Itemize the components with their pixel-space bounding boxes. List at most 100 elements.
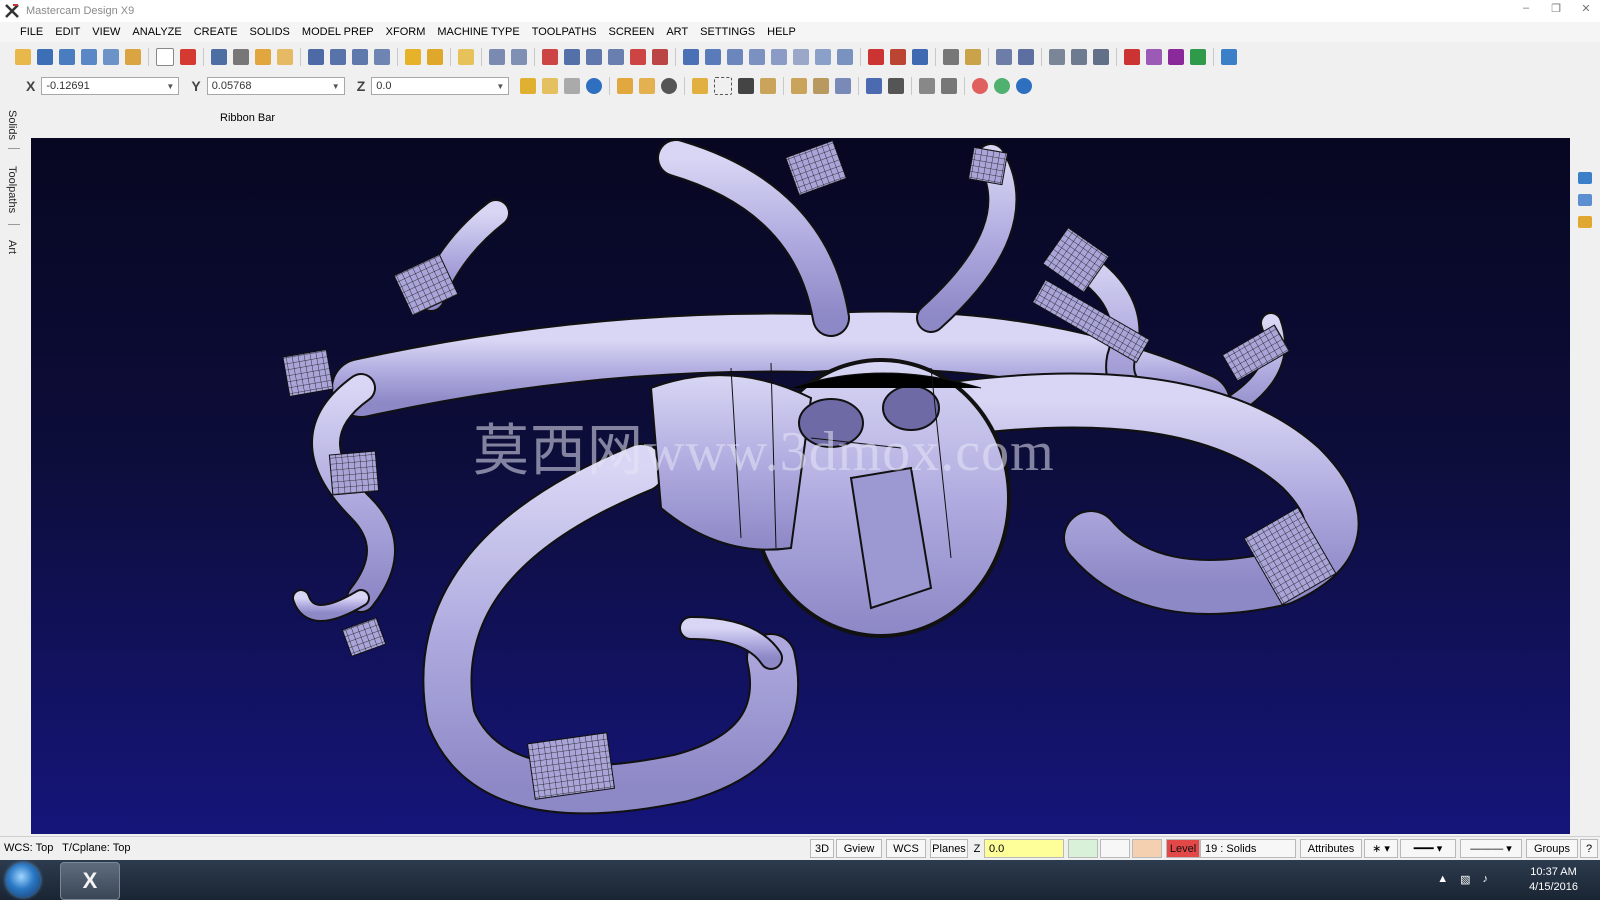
minimize-icon[interactable]: – bbox=[1518, 2, 1534, 15]
menu-help[interactable]: HELP bbox=[761, 26, 802, 38]
face-select-icon[interactable] bbox=[813, 78, 830, 94]
plane-icon[interactable] bbox=[1093, 49, 1109, 65]
save-as-icon[interactable] bbox=[59, 49, 75, 65]
analyze-icon[interactable] bbox=[211, 49, 227, 65]
y-coord-input[interactable]: 0.05768 ▼ bbox=[206, 77, 345, 95]
menu-art[interactable]: ART bbox=[660, 26, 694, 38]
point-icon[interactable] bbox=[683, 49, 699, 65]
circle-icon[interactable] bbox=[727, 49, 743, 65]
folder-icon[interactable] bbox=[1578, 216, 1592, 228]
copy-icon[interactable] bbox=[255, 49, 271, 65]
status-help-button[interactable]: ? bbox=[1580, 839, 1598, 858]
xform-rotate-icon[interactable] bbox=[564, 49, 580, 65]
save-icon[interactable] bbox=[37, 49, 53, 65]
x-coord-input[interactable]: -0.12691 ▼ bbox=[41, 77, 180, 95]
hide-icon[interactable] bbox=[919, 78, 936, 94]
arc-icon[interactable] bbox=[749, 49, 765, 65]
color-icon[interactable] bbox=[1068, 839, 1098, 858]
3d-button[interactable]: 3D bbox=[810, 839, 834, 858]
menu-model-prep[interactable]: MODEL PREP bbox=[296, 26, 380, 38]
xform-scale-icon[interactable] bbox=[630, 49, 646, 65]
planes-button[interactable]: Planes bbox=[930, 839, 968, 858]
machine-icon[interactable] bbox=[868, 49, 884, 65]
wireframe-icon[interactable] bbox=[1018, 49, 1034, 65]
level-button[interactable]: Level bbox=[1166, 839, 1200, 858]
sketch-icon[interactable] bbox=[427, 49, 443, 65]
backplot-icon[interactable] bbox=[1190, 49, 1206, 65]
open-icon[interactable] bbox=[15, 49, 31, 65]
body-select-icon[interactable] bbox=[835, 78, 852, 94]
menu-settings[interactable]: SETTINGS bbox=[694, 26, 761, 38]
xform-translate-icon[interactable] bbox=[542, 49, 558, 65]
gview-button[interactable]: Gview bbox=[836, 839, 882, 858]
layers-icon[interactable] bbox=[912, 49, 928, 65]
merge-icon[interactable] bbox=[103, 49, 119, 65]
paste-icon[interactable] bbox=[277, 49, 293, 65]
cursor-icon[interactable] bbox=[738, 78, 755, 94]
delete-icon[interactable] bbox=[180, 49, 196, 65]
network-icon[interactable]: ▧ bbox=[1460, 873, 1470, 886]
verify-icon[interactable] bbox=[1146, 49, 1162, 65]
refresh-icon[interactable] bbox=[661, 78, 678, 94]
xform-mirror-icon[interactable] bbox=[586, 49, 602, 65]
line-icon[interactable] bbox=[705, 49, 721, 65]
analyze-distance-icon[interactable] bbox=[352, 49, 368, 65]
undo-icon[interactable] bbox=[888, 78, 905, 94]
view-manager-icon[interactable] bbox=[1578, 172, 1592, 184]
menu-screen[interactable]: SCREEN bbox=[602, 26, 660, 38]
solid-select-icon[interactable] bbox=[791, 78, 808, 94]
xform-offset-icon[interactable] bbox=[608, 49, 624, 65]
highlight-icon[interactable] bbox=[458, 49, 474, 65]
pencil-icon[interactable] bbox=[405, 49, 421, 65]
analyze-angle-icon[interactable] bbox=[374, 49, 390, 65]
menu-create[interactable]: CREATE bbox=[188, 26, 244, 38]
ok-icon[interactable] bbox=[994, 78, 1011, 94]
chevron-down-icon[interactable]: ▼ bbox=[496, 82, 504, 91]
menu-edit[interactable]: EDIT bbox=[49, 26, 86, 38]
start-button[interactable] bbox=[6, 863, 40, 897]
analyze-entity-icon[interactable] bbox=[308, 49, 324, 65]
break-icon[interactable] bbox=[511, 49, 527, 65]
volume-icon[interactable]: ♪ bbox=[1483, 873, 1489, 886]
analyze-position-icon[interactable] bbox=[330, 49, 346, 65]
list-icon[interactable] bbox=[943, 49, 959, 65]
arch-icon[interactable] bbox=[965, 49, 981, 65]
level-manager-icon[interactable] bbox=[1578, 194, 1592, 206]
autocursor-icon[interactable] bbox=[542, 78, 559, 94]
select-all-icon[interactable] bbox=[692, 78, 709, 94]
menu-view[interactable]: VIEW bbox=[86, 26, 126, 38]
taskbar-clock[interactable]: 10:37 AM 4/15/2016 bbox=[1529, 865, 1578, 895]
level-select[interactable]: 19 : Solids bbox=[1200, 839, 1296, 858]
save-some-icon[interactable] bbox=[81, 49, 97, 65]
chevron-down-icon[interactable]: ▼ bbox=[166, 82, 174, 91]
tab-art[interactable]: Art bbox=[6, 240, 18, 254]
menu-xform[interactable]: XFORM bbox=[380, 26, 432, 38]
sigma-icon[interactable] bbox=[233, 49, 249, 65]
line-style-select[interactable]: ━━━ ▾ bbox=[1400, 839, 1456, 858]
simulate-icon[interactable] bbox=[1168, 49, 1184, 65]
select-chain-icon[interactable] bbox=[617, 78, 634, 94]
groups-button[interactable]: Groups bbox=[1526, 839, 1578, 858]
tab-solids[interactable]: Solids bbox=[6, 110, 18, 140]
line-width-select[interactable]: ——— ▾ bbox=[1460, 839, 1522, 858]
close-icon[interactable]: ✕ bbox=[1578, 2, 1594, 15]
help-icon[interactable] bbox=[1016, 78, 1033, 94]
view-icon[interactable] bbox=[1049, 49, 1065, 65]
menu-analyze[interactable]: ANALYZE bbox=[126, 26, 187, 38]
solid-icon[interactable] bbox=[837, 49, 853, 65]
point-style-icon[interactable] bbox=[1100, 839, 1130, 858]
menu-toolpaths[interactable]: TOOLPATHS bbox=[526, 26, 603, 38]
tab-toolpaths[interactable]: Toolpaths bbox=[6, 166, 18, 213]
wcs-button[interactable]: WCS bbox=[886, 839, 926, 858]
z-coord-input[interactable]: 0.0 ▼ bbox=[371, 77, 510, 95]
surface-icon[interactable] bbox=[815, 49, 831, 65]
restore-icon[interactable]: ❐ bbox=[1548, 2, 1564, 15]
trim-icon[interactable] bbox=[489, 49, 505, 65]
graphics-viewport[interactable]: 莫西网www.3dmox.com bbox=[31, 138, 1570, 834]
chevron-down-icon[interactable]: ▼ bbox=[332, 82, 340, 91]
customize-icon[interactable] bbox=[1221, 49, 1237, 65]
xform-stretch-icon[interactable] bbox=[652, 49, 668, 65]
cube-icon[interactable] bbox=[793, 49, 809, 65]
solid-pick-icon[interactable] bbox=[866, 78, 883, 94]
machine-group-icon[interactable] bbox=[890, 49, 906, 65]
